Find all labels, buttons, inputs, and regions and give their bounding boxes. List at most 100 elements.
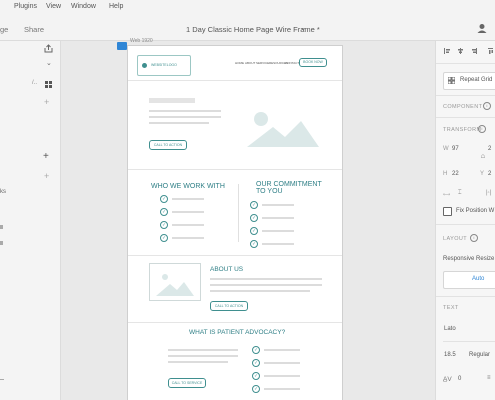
export-icon[interactable] [44,44,53,53]
menu-view[interactable]: View [46,3,61,10]
text-line [210,284,322,286]
lock-icon[interactable]: ⩍ [481,154,485,161]
add-icon[interactable]: + [43,151,49,162]
menu-plugins[interactable]: Plugins [14,3,37,10]
user-icon[interactable] [477,23,487,33]
font-weight-select[interactable]: Regular [469,352,490,358]
check-icon: ✓ [250,240,258,248]
check-icon: ✓ [250,214,258,222]
nav-service[interactable]: SERVICE [256,61,269,65]
text-line [262,243,294,245]
layer-marker [0,379,4,380]
column-divider [238,184,239,242]
fix-position-label: Fix Position W [456,208,495,214]
check-icon: ✓ [252,385,260,393]
text-line [172,211,204,213]
hero-heading [149,98,195,103]
width-label: W [443,146,449,152]
hero-cta-button[interactable]: CALL TO ACTION [149,140,187,150]
info-icon[interactable]: i [470,234,478,242]
component-header: COMPONENT [443,104,483,110]
book-now-button[interactable]: BOOK NOW [299,58,327,67]
check-icon: ✓ [160,234,168,242]
auto-button[interactable]: Auto [443,271,495,289]
check-icon: ✓ [250,227,258,235]
repeat-grid-button[interactable]: Repeat Grid [443,72,495,90]
align-icons[interactable] [444,47,494,55]
y-label: Y [480,171,485,177]
info-icon[interactable]: i [478,125,486,133]
nav-contact[interactable]: CONTACT [285,61,299,65]
info-icon[interactable]: i [483,102,491,110]
commitment-title-line2: TO YOU [256,188,283,195]
text-line [149,116,221,118]
text-line [210,278,322,280]
selection-handle[interactable] [117,42,127,50]
add-icon[interactable]: + [44,97,49,107]
about-title: ABOUT US [210,266,244,273]
responsive-resize-label: Responsive Resize [443,256,495,262]
check-icon: ✓ [252,359,260,367]
check-icon: ✓ [252,346,260,354]
text-line [172,224,204,226]
tab-prototype[interactable]: ge [0,25,8,34]
check-icon: ✓ [160,221,168,229]
text-line [172,237,204,239]
image-icon [156,274,194,296]
y-input[interactable]: 2 [488,171,491,177]
artboard-label[interactable]: Web 1920 [130,38,153,44]
commitment-title-line1: OUR COMMITMENT [256,181,322,188]
about-image-placeholder [149,263,201,301]
about-cta-button[interactable]: CALL TO ACTION [210,301,248,311]
sort-icon[interactable]: /.. [32,80,37,86]
transform-header: TRANSFORM [443,127,482,133]
advocacy-title: WHAT IS PATIENT ADVOCACY? [189,329,286,336]
width-input[interactable]: 97 [452,146,459,152]
text-line [210,290,310,292]
check-icon: ✓ [160,195,168,203]
text-line [264,388,300,390]
height-input[interactable]: 22 [452,171,459,177]
menu-window[interactable]: Window [71,3,96,10]
text-line [149,110,221,112]
artboard[interactable]: WEBSITELOGO HOME ABOUT SERVICE RESOURCES… [127,45,343,400]
font-family-select[interactable]: Lato [444,326,456,332]
fix-position-checkbox[interactable] [443,207,452,216]
who-title: WHO WE WORK WITH [151,183,225,190]
tab-share[interactable]: Share [24,25,44,34]
logo-box[interactable]: WEBSITELOGO [137,55,191,76]
text-line [262,204,294,206]
check-icon: ✓ [160,208,168,216]
line-spacing-icon: ≡ [487,375,491,381]
menu-bar: Plugins View Window Help [0,0,495,17]
font-size-input[interactable]: 18.5 [444,352,456,358]
check-icon: ✓ [250,201,258,209]
text-line [149,122,209,124]
nav-about[interactable]: ABOUT [245,61,255,65]
text-line [264,362,300,364]
flip-horizontal-icon[interactable]: ⟷ [443,192,450,198]
repeat-grid-label: Repeat Grid [460,77,493,83]
text-header: TEXT [443,305,459,311]
hero-image-placeholder [247,112,319,147]
auto-label: Auto [472,276,485,282]
add-icon[interactable]: + [44,171,49,181]
advocacy-cta-button[interactable]: CALL TO SERVICE [168,378,206,388]
menu-help[interactable]: Help [109,3,123,10]
nav-home[interactable]: HOME [235,61,244,65]
logo-text: WEBSITELOGO [151,63,177,67]
logo-icon [142,63,147,68]
layout-header: LAYOUT [443,236,467,242]
text-line [264,375,300,377]
text-line [168,349,238,351]
rotate-icon[interactable]: |◦| [486,190,491,196]
layer-label[interactable]: ks [0,189,6,195]
chevron-down-icon[interactable]: ⌄ [46,59,52,67]
text-line [262,217,294,219]
chevron-down-icon[interactable]: ⌄ [300,23,307,32]
grid-view-icon[interactable] [45,81,52,88]
text-line [262,230,294,232]
character-spacing-input[interactable]: 0 [458,376,461,382]
x-input-partial[interactable]: 2 [488,146,491,152]
flip-vertical-icon[interactable]: ⌶ [458,190,462,197]
